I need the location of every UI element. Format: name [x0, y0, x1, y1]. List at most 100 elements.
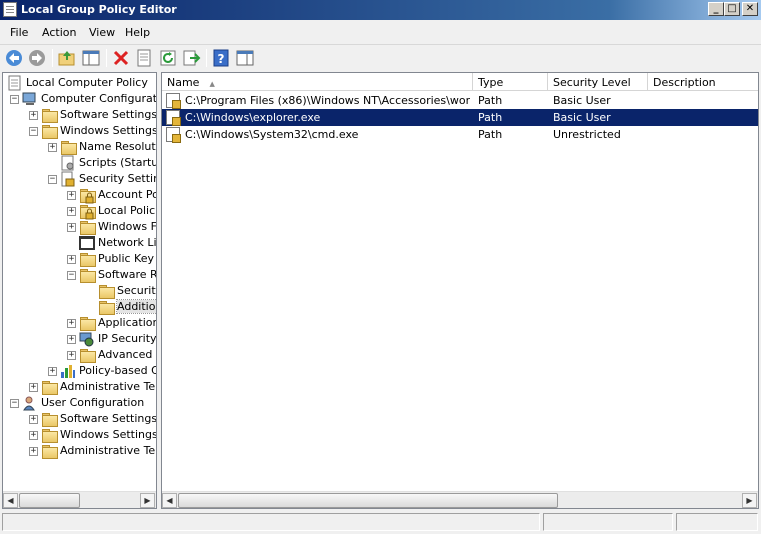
- column-header-type[interactable]: Type: [473, 73, 548, 91]
- tree-label: IP Security Policies on Local Computer: [98, 332, 157, 345]
- table-row[interactable]: C:\Program Files (x86)\Windows NT\Access…: [162, 92, 758, 109]
- scroll-right-button[interactable]: ▶: [742, 493, 757, 508]
- menu-action[interactable]: Action: [42, 26, 76, 39]
- expand-icon[interactable]: +: [29, 431, 38, 440]
- collapse-icon[interactable]: −: [10, 399, 19, 408]
- maximize-button[interactable]: □: [724, 2, 740, 16]
- menu-file[interactable]: File: [10, 26, 28, 39]
- expand-icon[interactable]: +: [67, 351, 76, 360]
- menu-bar: File Action View Help: [0, 21, 761, 43]
- tree-label: Software Settings: [60, 108, 157, 121]
- tree-label: Account Policies: [98, 188, 156, 201]
- delete-icon[interactable]: [111, 48, 131, 68]
- properties-icon[interactable]: [134, 48, 154, 68]
- expand-icon[interactable]: +: [67, 223, 76, 232]
- tree-label: Windows Settings: [60, 124, 157, 137]
- refresh-icon[interactable]: [158, 48, 178, 68]
- collapse-icon[interactable]: −: [67, 271, 76, 280]
- export-list-icon[interactable]: [181, 48, 201, 68]
- tree-item-application-control-policies[interactable]: + Application Control Policies: [3, 315, 156, 331]
- console-tree[interactable]: Local Computer Policy − Computer Configura…: [2, 72, 157, 509]
- tree-label: Advanced Audit Policy Configuration: [98, 348, 156, 361]
- details-pane[interactable]: Name ▲ Type Security Level Description C:…: [161, 72, 759, 509]
- tree-item-policy-based-qos[interactable]: + Policy-based QoS: [3, 363, 156, 379]
- tree-item-windows-settings[interactable]: − Windows Settings: [3, 123, 156, 139]
- expand-icon[interactable]: +: [67, 207, 76, 216]
- tree-item-ip-security-policies-on-local-computer[interactable]: + IP Security Policies on Local Computer: [3, 331, 156, 347]
- folder-icon: [41, 411, 58, 427]
- tree-item-software-settings[interactable]: + Software Settings: [3, 411, 156, 427]
- tree-item-software-restriction-policies[interactable]: − Software Restriction Policies: [3, 267, 156, 283]
- script-icon: [60, 155, 76, 171]
- menu-help[interactable]: Help: [125, 26, 150, 39]
- expand-icon[interactable]: +: [67, 191, 76, 200]
- expand-icon[interactable]: +: [29, 383, 38, 392]
- tree-item-network-list-manager-policies[interactable]: Network List Manager Policies: [3, 235, 156, 251]
- toolbar-separator: [206, 49, 207, 67]
- tree-item-administrative-templates[interactable]: + Administrative Templates: [3, 443, 156, 459]
- tree-item-security-levels[interactable]: Security Levels: [3, 283, 156, 299]
- expand-icon[interactable]: +: [67, 255, 76, 264]
- path-rule-icon: [166, 127, 181, 143]
- scroll-thumb[interactable]: [19, 493, 80, 508]
- folder-icon: [79, 347, 96, 363]
- show-action-pane-icon[interactable]: [235, 48, 255, 68]
- tree-label: Security Settings: [79, 172, 156, 185]
- chart-icon: [60, 363, 76, 379]
- tree-label: Windows Settings: [60, 428, 157, 441]
- tree-label: Administrative Templates: [60, 444, 156, 457]
- back-arrow-icon[interactable]: [4, 48, 24, 68]
- column-header-name[interactable]: Name ▲: [162, 73, 473, 91]
- tree-item-software-settings[interactable]: + Software Settings: [3, 107, 156, 123]
- tree-item-computer-configuration[interactable]: − Computer Configuration: [3, 91, 156, 107]
- scroll-right-button[interactable]: ▶: [140, 493, 155, 508]
- show-hide-tree-icon[interactable]: [81, 48, 101, 68]
- tree-horizontal-scrollbar[interactable]: ◀ ▶: [3, 491, 156, 508]
- scroll-left-button[interactable]: ◀: [3, 493, 18, 508]
- lock-folder-icon: [79, 187, 96, 204]
- tree-item-security-settings[interactable]: − Security Settings: [3, 171, 156, 187]
- tree-label: User Configuration: [41, 396, 145, 409]
- menu-view[interactable]: View: [89, 26, 115, 39]
- expand-icon[interactable]: +: [29, 415, 38, 424]
- tree-item-additional-rules[interactable]: Additional Rules: [3, 299, 156, 315]
- collapse-icon[interactable]: −: [48, 175, 57, 184]
- toolbar-separator: [52, 49, 53, 67]
- up-folder-icon[interactable]: [57, 48, 77, 68]
- tree-item-public-key-policies[interactable]: + Public Key Policies: [3, 251, 156, 267]
- expand-icon[interactable]: +: [29, 447, 38, 456]
- collapse-icon[interactable]: −: [29, 127, 38, 136]
- cell-name: C:\Windows\System32\cmd.exe: [185, 128, 359, 141]
- expand-icon[interactable]: +: [67, 319, 76, 328]
- close-button[interactable]: ✕: [742, 2, 758, 16]
- tree-item-user-configuration[interactable]: − User Configuration: [3, 395, 156, 411]
- column-header-description[interactable]: Description: [648, 73, 758, 91]
- scroll-left-button[interactable]: ◀: [162, 493, 177, 508]
- tree-item-scripts-startup-shutdown[interactable]: Scripts (Startup/Shutdown): [3, 155, 156, 171]
- tree-item-local-computer-policy[interactable]: Local Computer Policy: [3, 75, 156, 91]
- table-row[interactable]: C:\Windows\System32\cmd.exe Path Unrestric…: [162, 126, 758, 143]
- collapse-icon[interactable]: −: [10, 95, 19, 104]
- expand-icon[interactable]: +: [48, 143, 57, 152]
- tree-item-windows-firewall[interactable]: + Windows Firewall: [3, 219, 156, 235]
- minimize-button[interactable]: _: [708, 2, 724, 16]
- tree-item-administrative-templates[interactable]: + Administrative Templates: [3, 379, 156, 395]
- tree-item-advanced-audit-policy-configuration[interactable]: + Advanced Audit Policy Configuration: [3, 347, 156, 363]
- tree-item-local-policies[interactable]: + Local Policies: [3, 203, 156, 220]
- cell-type: Path: [478, 128, 503, 141]
- forward-arrow-icon[interactable]: [27, 48, 47, 68]
- list-horizontal-scrollbar[interactable]: ◀ ▶: [162, 491, 758, 508]
- expand-icon[interactable]: +: [67, 335, 76, 344]
- tree-label: Application Control Policies: [98, 316, 157, 329]
- expand-icon[interactable]: +: [29, 111, 38, 120]
- folder-icon: [98, 299, 115, 315]
- status-segment-3: [676, 513, 758, 531]
- scroll-thumb[interactable]: [178, 493, 558, 508]
- tree-item-name-resolution-policy[interactable]: + Name Resolution Policy: [3, 139, 156, 155]
- help-icon[interactable]: ?: [211, 48, 231, 68]
- column-header-security-level[interactable]: Security Level: [548, 73, 648, 91]
- expand-icon[interactable]: +: [48, 367, 57, 376]
- tree-item-account-policies[interactable]: + Account Policies: [3, 187, 156, 204]
- table-row[interactable]: C:\Windows\explorer.exe Path Basic User: [162, 109, 758, 126]
- tree-item-windows-settings[interactable]: + Windows Settings: [3, 427, 156, 443]
